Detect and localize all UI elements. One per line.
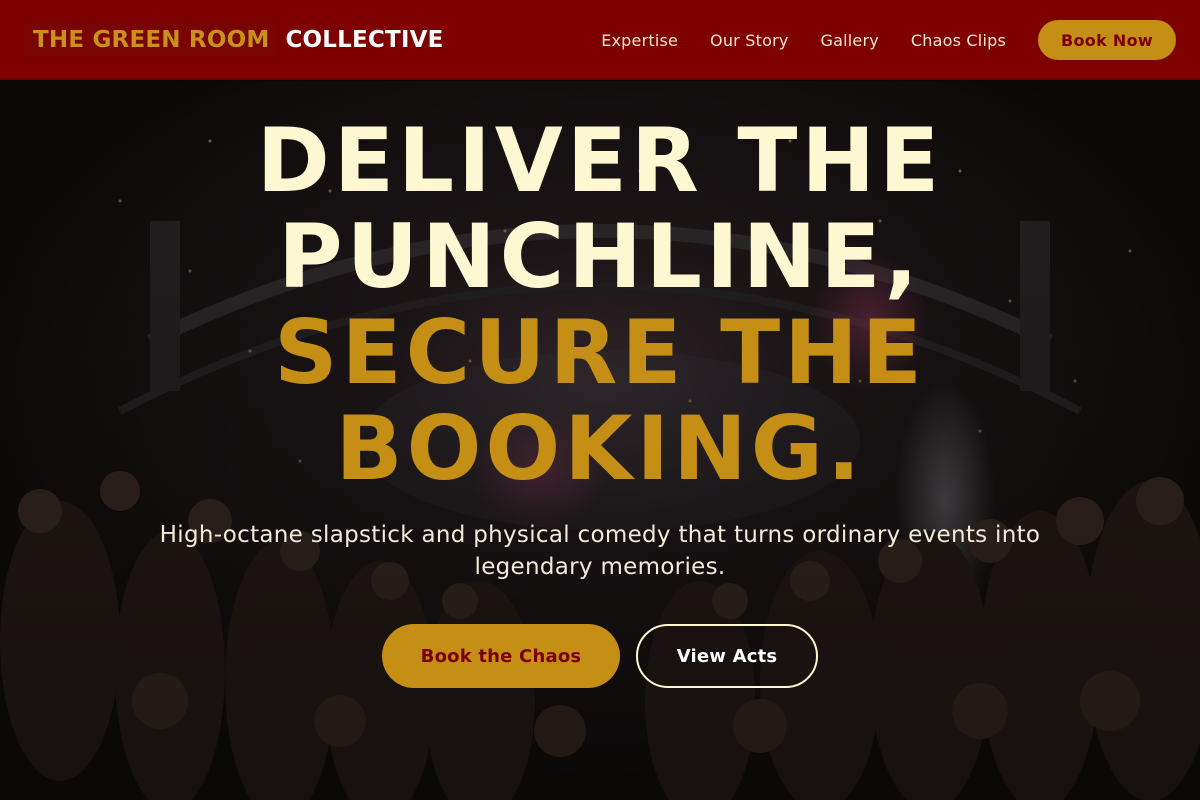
hero-content: DELIVER THE PUNCHLINE, SECURE THE BOOKIN…: [0, 81, 1200, 800]
headline-line-3: SECURE THE: [274, 301, 926, 404]
nav-link-expertise[interactable]: Expertise: [601, 31, 678, 50]
brand-logo[interactable]: THE GREEN ROOM COLLECTIVE: [24, 19, 444, 60]
nav-link-gallery[interactable]: Gallery: [821, 31, 879, 50]
hero-section: DELIVER THE PUNCHLINE, SECURE THE BOOKIN…: [0, 81, 1200, 800]
headline-line-4: BOOKING.: [335, 397, 865, 500]
view-acts-button[interactable]: View Acts: [636, 624, 818, 688]
hero-cta-group: Book the Chaos View Acts: [0, 624, 1200, 688]
hero-headline: DELIVER THE PUNCHLINE, SECURE THE BOOKIN…: [0, 113, 1200, 497]
book-now-button[interactable]: Book Now: [1038, 20, 1176, 60]
brand-name-highlight: THE GREEN ROOM: [24, 19, 279, 60]
book-the-chaos-button[interactable]: Book the Chaos: [382, 624, 620, 688]
nav-link-our-story[interactable]: Our Story: [710, 31, 788, 50]
brand-name-rest: COLLECTIVE: [285, 26, 444, 53]
hero-subtitle: High-octane slapstick and physical comed…: [159, 522, 1041, 580]
site-header: THE GREEN ROOM COLLECTIVE Expertise Our …: [0, 0, 1200, 80]
main-nav: Expertise Our Story Gallery Chaos Clips …: [601, 0, 1176, 80]
nav-link-chaos-clips[interactable]: Chaos Clips: [911, 31, 1006, 50]
headline-line-2: PUNCHLINE,: [278, 205, 922, 308]
headline-line-1: DELIVER THE: [256, 109, 944, 212]
